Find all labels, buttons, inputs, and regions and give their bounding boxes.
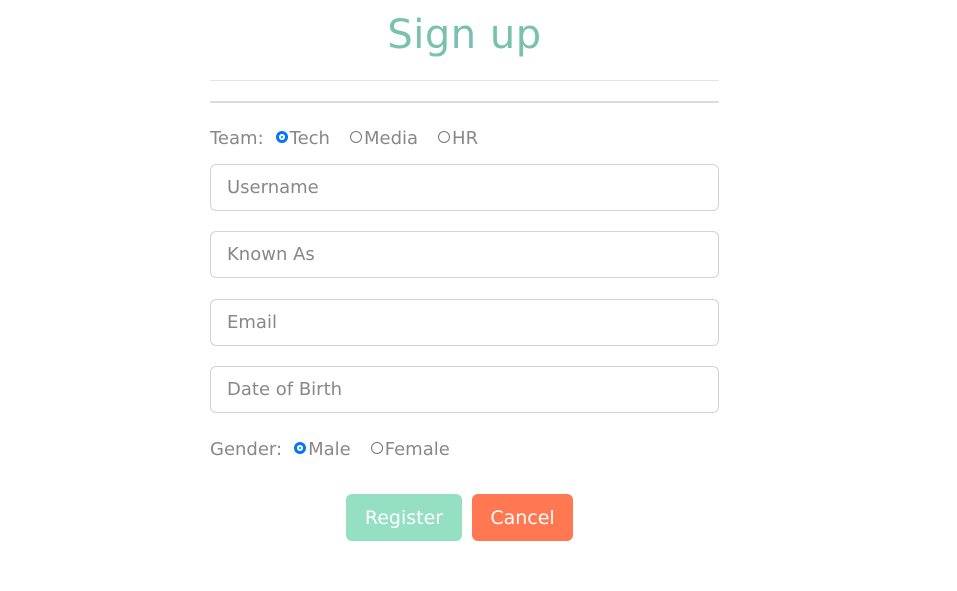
divider-top: [210, 80, 719, 81]
team-option-tech[interactable]: Tech: [275, 128, 330, 149]
username-input[interactable]: [210, 164, 719, 211]
date-of-birth-input[interactable]: [210, 366, 719, 413]
team-option-label: Media: [363, 128, 419, 149]
team-option-hr[interactable]: HR: [438, 128, 478, 149]
known-as-input[interactable]: [210, 231, 719, 278]
team-label: Team:: [210, 128, 264, 149]
cancel-button[interactable]: Cancel: [472, 494, 573, 541]
team-option-media[interactable]: Media: [349, 128, 419, 149]
gender-radio-group: Gender: Male Female: [210, 439, 470, 460]
team-radio-group: Team: Tech Media HR: [210, 128, 498, 149]
email-input[interactable]: [210, 299, 719, 346]
gender-option-label: Female: [384, 439, 450, 460]
gender-option-female[interactable]: Female: [370, 439, 450, 460]
radio-female[interactable]: [370, 441, 383, 454]
team-option-label: Tech: [289, 128, 330, 149]
radio-male[interactable]: [294, 441, 307, 454]
gender-label: Gender:: [210, 439, 283, 460]
radio-media[interactable]: [349, 130, 362, 143]
team-option-label: HR: [452, 128, 479, 149]
radio-tech[interactable]: [275, 130, 288, 143]
page-title: Sign up: [387, 12, 542, 58]
divider-bottom: [210, 101, 719, 103]
gender-option-label: Male: [308, 439, 351, 460]
radio-hr[interactable]: [438, 130, 451, 143]
register-button[interactable]: Register: [346, 494, 462, 541]
signup-form: Sign up Team: Tech Media HR Gender: Male…: [210, 0, 719, 541]
gender-option-male[interactable]: Male: [294, 439, 351, 460]
